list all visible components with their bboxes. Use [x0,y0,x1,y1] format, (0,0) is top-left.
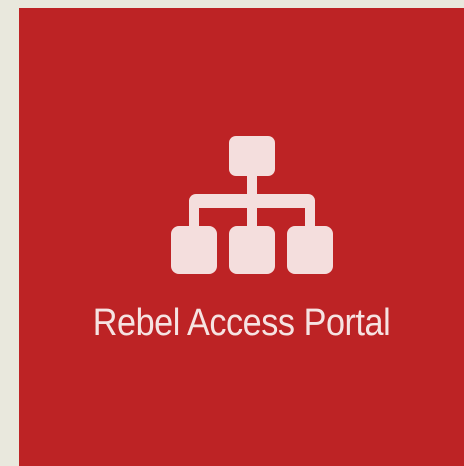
tile-label: Rebel Access Portal [92,302,391,344]
sitemap-icon [171,136,333,274]
rebel-access-portal-tile[interactable]: Rebel Access Portal [19,8,464,466]
